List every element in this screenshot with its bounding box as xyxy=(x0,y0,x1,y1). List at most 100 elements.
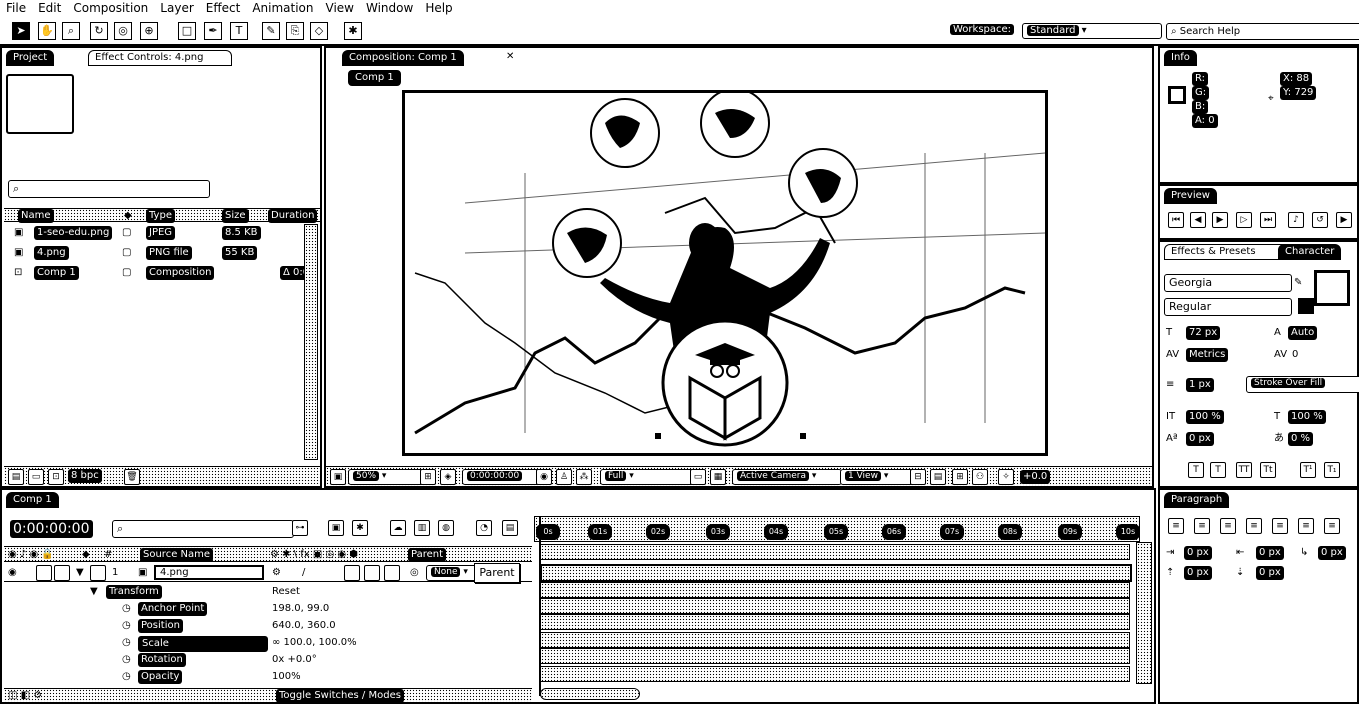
current-timecode[interactable]: 0:00:00:00 xyxy=(10,520,93,538)
small-caps-icon[interactable]: Tt xyxy=(1260,462,1276,478)
justify-left-icon[interactable]: ≡ xyxy=(1246,518,1262,534)
close-icon[interactable]: ✕ xyxy=(506,50,514,64)
view-layout-select[interactable]: 1 View ▾ xyxy=(840,469,914,485)
all-caps-icon[interactable]: TT xyxy=(1236,462,1252,478)
brainstorm-icon[interactable]: ▤ xyxy=(502,520,518,536)
switch-box[interactable] xyxy=(384,565,400,581)
baseline-shift-value[interactable]: 0 px xyxy=(1186,432,1214,446)
type-tool-icon[interactable]: T xyxy=(230,22,248,40)
eyedropper-icon[interactable]: ✎ xyxy=(1294,276,1302,290)
align-center-icon[interactable]: ≡ xyxy=(1194,518,1210,534)
live-update-icon[interactable]: ▣ xyxy=(328,520,344,536)
clone-tool-icon[interactable]: ⎘ xyxy=(286,22,304,40)
expand-twirl-icon[interactable]: ▼ xyxy=(76,566,84,580)
menu-edit[interactable]: Edit xyxy=(32,0,67,17)
shy-switch-icon[interactable]: ⚙ xyxy=(272,566,281,580)
justify-center-icon[interactable]: ≡ xyxy=(1272,518,1288,534)
timeline-icon[interactable]: ⊞ xyxy=(952,469,968,485)
indent-right-value[interactable]: 0 px xyxy=(1256,546,1284,560)
property-value[interactable]: 198.0, 99.0 xyxy=(272,602,329,616)
zoom-tool-icon[interactable]: ⌕ xyxy=(62,22,80,40)
stopwatch-icon[interactable]: ◷ xyxy=(122,619,131,633)
layer-duration-bar[interactable] xyxy=(540,564,1132,582)
align-left-icon[interactable]: ≡ xyxy=(1168,518,1184,534)
stopwatch-icon[interactable]: ◷ xyxy=(122,602,131,616)
menu-animation[interactable]: Animation xyxy=(246,0,319,17)
timeline-zoom-slider[interactable] xyxy=(540,688,640,700)
pen-tool-icon[interactable]: ✒ xyxy=(204,22,222,40)
menu-effect[interactable]: Effect xyxy=(200,0,247,17)
col-parent[interactable]: Parent xyxy=(408,548,447,562)
font-family-select[interactable]: Georgia xyxy=(1164,274,1292,292)
transform-group-label[interactable]: Transform xyxy=(106,585,162,599)
tracking-value[interactable]: 0 xyxy=(1292,348,1298,362)
brush-tool-icon[interactable]: ✎ xyxy=(262,22,280,40)
vertical-scale-value[interactable]: 100 % xyxy=(1186,410,1224,424)
col-name[interactable]: Name xyxy=(18,209,54,223)
loop-icon[interactable]: ↺ xyxy=(1312,212,1328,228)
kerning-value[interactable]: Metrics xyxy=(1186,348,1229,362)
channel-icon[interactable]: ⁂ xyxy=(576,469,592,485)
snapshot-icon[interactable]: ◉ xyxy=(536,469,552,485)
frame-blending-icon[interactable]: ▥ xyxy=(414,520,430,536)
graph-editor-icon[interactable]: ◔ xyxy=(476,520,492,536)
workspace-select[interactable]: Standard ▾ xyxy=(1022,23,1162,39)
stopwatch-icon[interactable]: ◷ xyxy=(122,636,131,650)
pan-behind-tool-icon[interactable]: ⊕ xyxy=(140,22,158,40)
audio-toggle-icon[interactable] xyxy=(36,565,52,581)
col-size[interactable]: Size xyxy=(222,209,249,223)
safe-zones-icon[interactable]: ⊞ xyxy=(420,469,436,485)
work-area-bar[interactable] xyxy=(540,544,1130,560)
project-item[interactable]: ▣ 4.png ▢ PNG file 55 KB xyxy=(14,246,304,262)
quality-switch-icon[interactable]: / xyxy=(302,566,305,580)
tab-character[interactable]: Character xyxy=(1278,244,1342,260)
comp-breadcrumb[interactable]: Comp 1 xyxy=(348,70,401,86)
previous-frame-icon[interactable]: ◀ xyxy=(1190,212,1206,228)
bit-depth[interactable]: 8 bpc xyxy=(68,469,102,483)
transform-reset[interactable]: Reset xyxy=(272,585,300,599)
exposure-reset-icon[interactable]: ✧ xyxy=(998,469,1014,485)
tab-effects-presets[interactable]: Effects & Presets xyxy=(1164,244,1288,260)
exposure-value[interactable]: +0.0 xyxy=(1020,470,1051,484)
menu-window[interactable]: Window xyxy=(360,0,419,17)
zoom-select[interactable]: 50% ▾ xyxy=(348,469,424,485)
solo-toggle-icon[interactable] xyxy=(54,565,70,581)
timeline-scrollbar[interactable] xyxy=(1136,542,1152,684)
audio-icon[interactable]: ♪ xyxy=(1288,212,1304,228)
flowchart-icon[interactable]: ⚇ xyxy=(972,469,988,485)
rectangle-tool-icon[interactable]: □ xyxy=(178,22,196,40)
last-frame-icon[interactable]: ⏭ xyxy=(1260,212,1276,228)
current-time-field[interactable]: 0:00:00:00 xyxy=(462,469,540,485)
trash-icon[interactable]: 🗑 xyxy=(124,469,140,485)
project-search-field[interactable]: ⌕ xyxy=(8,180,210,198)
toggle-switches-modes[interactable]: Toggle Switches / Modes xyxy=(276,689,404,703)
new-folder-icon[interactable]: ▭ xyxy=(28,469,44,485)
show-snapshot-icon[interactable]: ♙ xyxy=(556,469,572,485)
fill-color-swatch[interactable] xyxy=(1314,270,1350,306)
tab-paragraph[interactable]: Paragraph xyxy=(1164,492,1230,508)
tab-info[interactable]: Info xyxy=(1164,50,1197,66)
menu-help[interactable]: Help xyxy=(419,0,458,17)
eraser-tool-icon[interactable]: ◇ xyxy=(310,22,328,40)
faux-italic-icon[interactable]: T xyxy=(1210,462,1226,478)
tsume-value[interactable]: 0 % xyxy=(1288,432,1314,446)
comp-mini-flowchart-icon[interactable]: ⊶ xyxy=(292,520,308,536)
leading-value[interactable]: Auto xyxy=(1288,326,1318,340)
justify-all-icon[interactable]: ≡ xyxy=(1324,518,1340,534)
camera-tool-icon[interactable]: ◎ xyxy=(114,22,132,40)
composition-canvas[interactable] xyxy=(402,88,1048,456)
project-item[interactable]: ▣ 1-seo-edu.png ▢ JPEG 8.5 KB xyxy=(14,226,304,242)
draft-3d-icon[interactable]: ✱ xyxy=(352,520,368,536)
property-value[interactable]: 100% xyxy=(272,670,301,684)
fast-previews-icon[interactable]: ▤ xyxy=(930,469,946,485)
pickwhip-icon[interactable]: ◎ xyxy=(410,566,419,580)
new-comp-icon[interactable]: ⊡ xyxy=(48,469,64,485)
project-scrollbar[interactable] xyxy=(304,224,318,460)
next-frame-icon[interactable]: ▷ xyxy=(1236,212,1252,228)
font-size-value[interactable]: 72 px xyxy=(1186,326,1221,340)
property-value[interactable]: ∞ 100.0, 100.0% xyxy=(272,636,357,650)
always-preview-icon[interactable]: ▣ xyxy=(330,469,346,485)
menu-file[interactable]: File xyxy=(0,0,32,17)
mask-visibility-icon[interactable]: ◈ xyxy=(440,469,456,485)
superscript-icon[interactable]: T¹ xyxy=(1300,462,1316,478)
